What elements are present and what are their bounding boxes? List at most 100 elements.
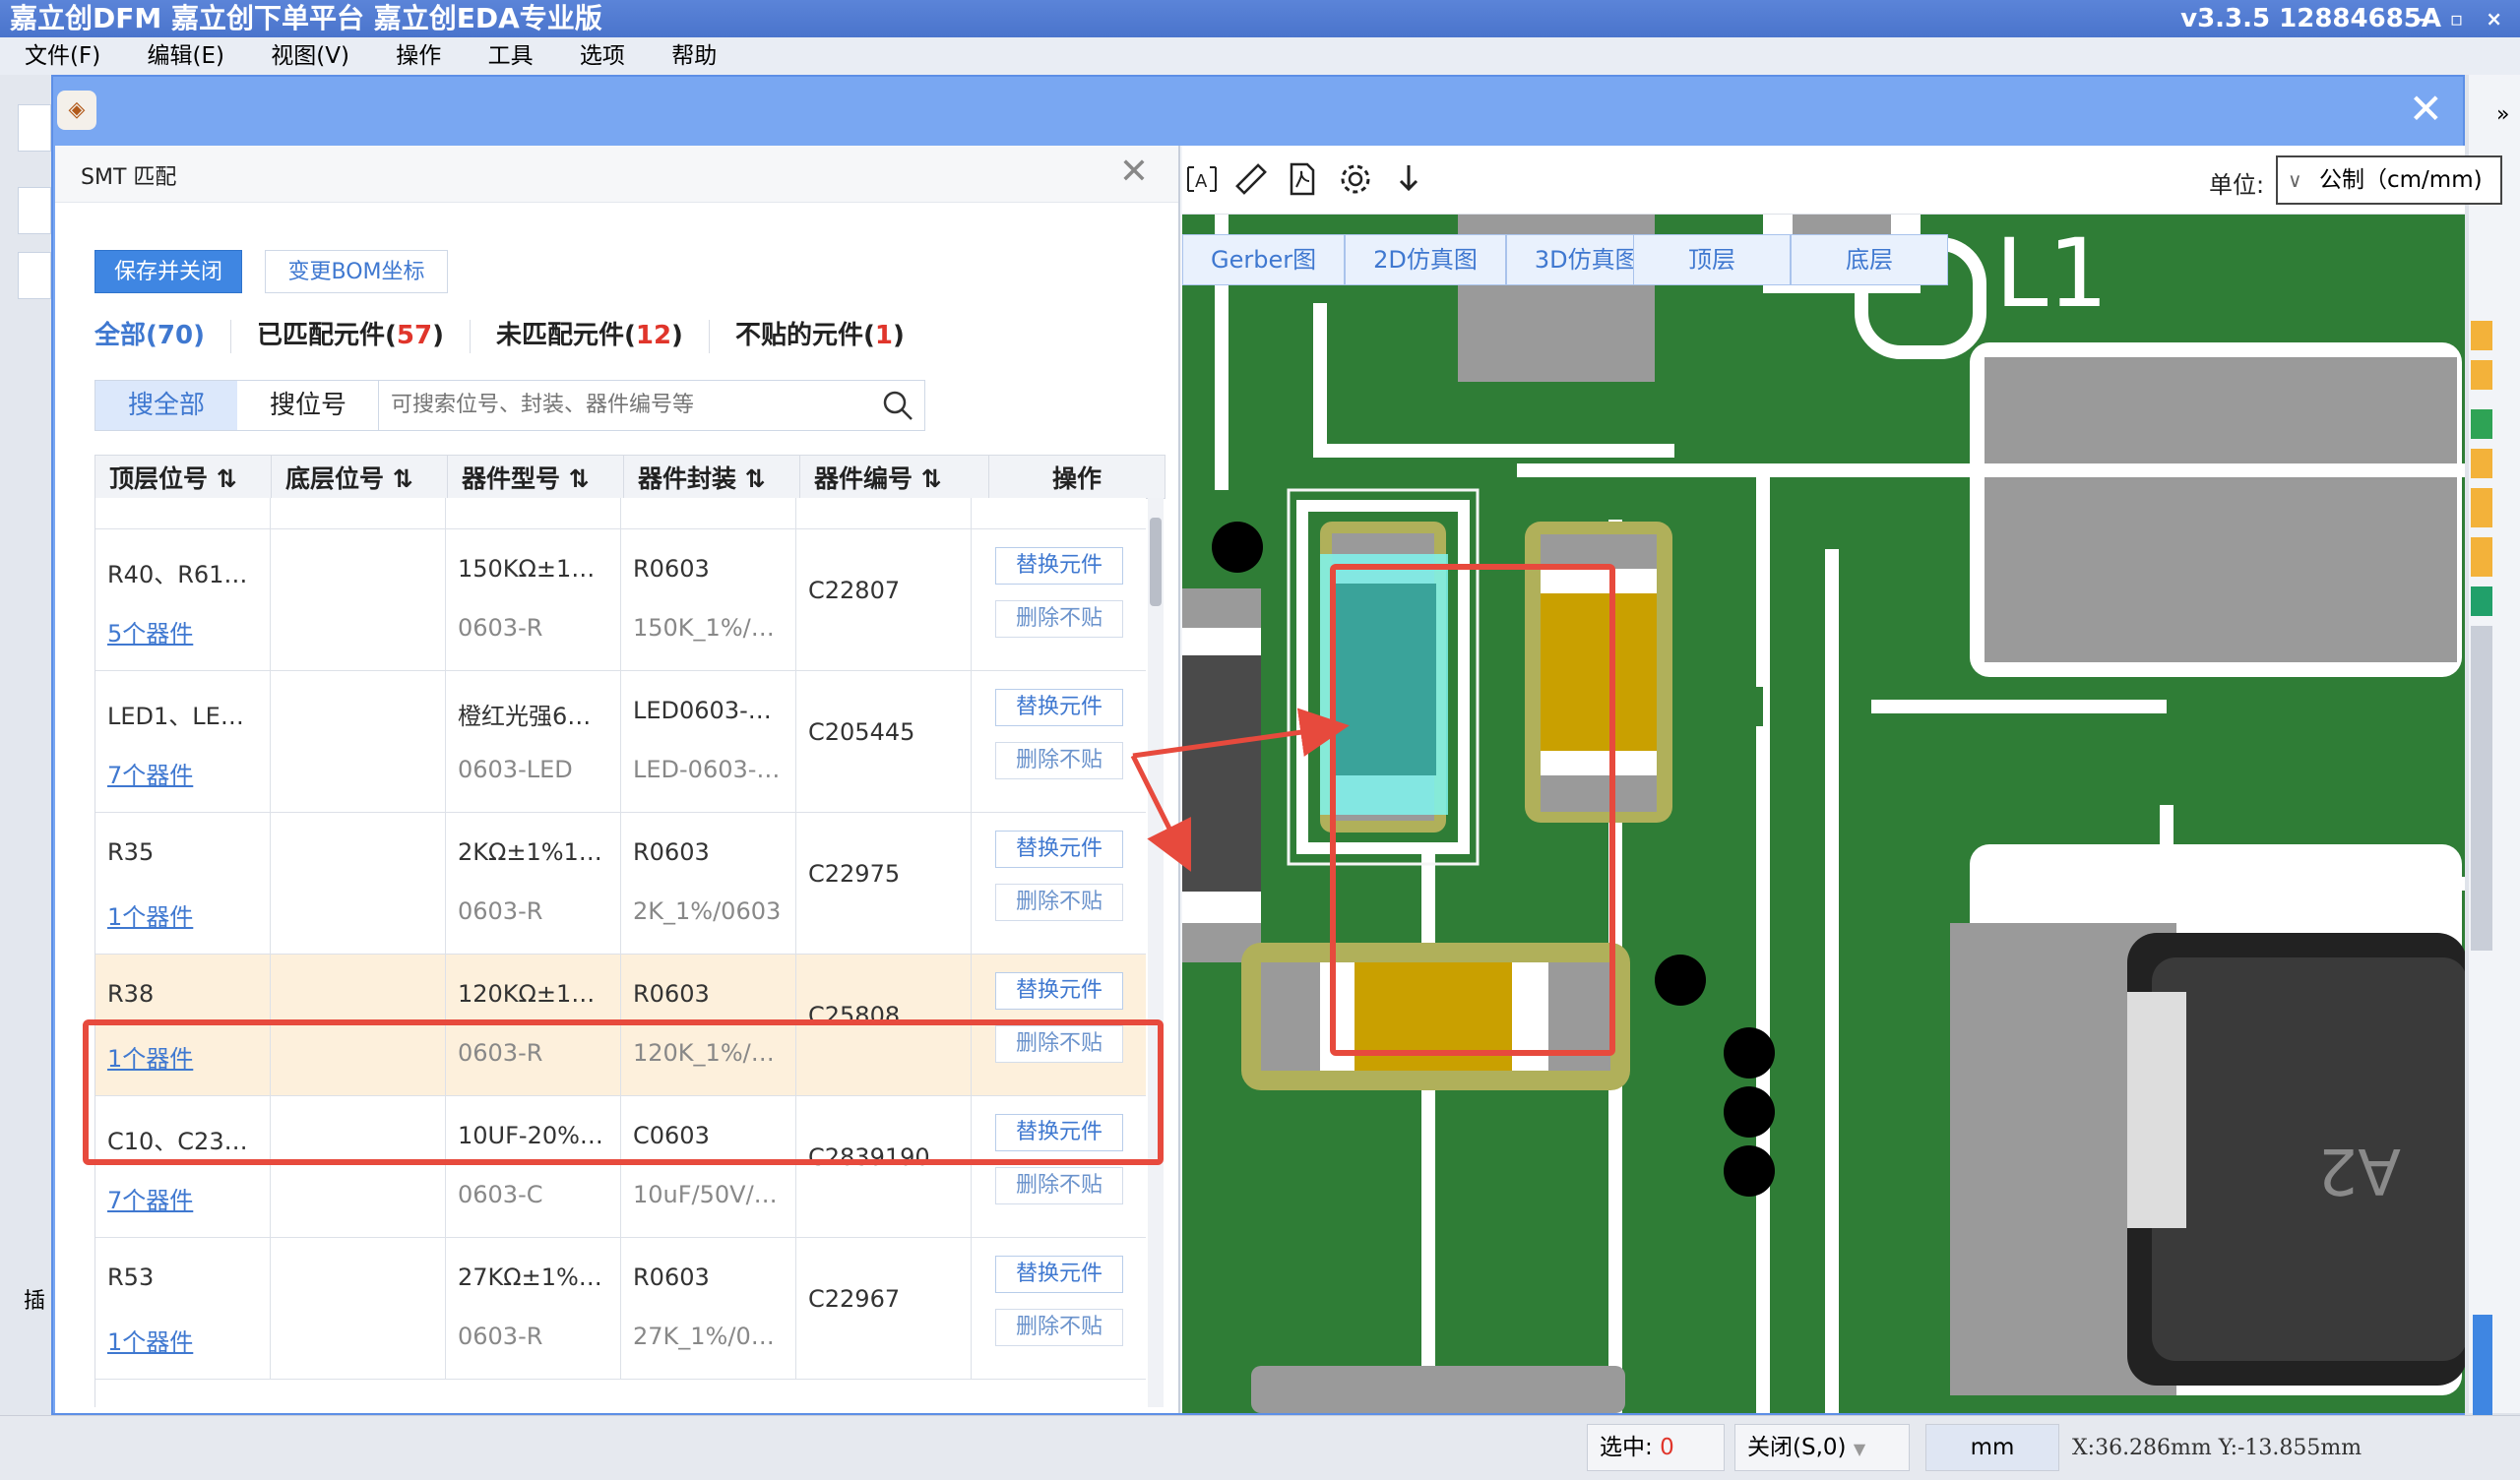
unit-indicator[interactable]: mm [1925, 1424, 2059, 1471]
filter-matched[interactable]: 已匹配元件(57) [257, 321, 444, 350]
remove-no-paste-button[interactable]: 删除不贴 [995, 1309, 1123, 1346]
col-package[interactable]: 器件封装 ⇅ [622, 455, 800, 499]
layer-color-swatch[interactable] [2471, 449, 2492, 478]
smt-header [55, 146, 1178, 203]
cursor-coordinates: X:36.286mm Y:-13.855mm [2072, 1436, 2362, 1460]
search-input[interactable] [379, 381, 851, 428]
tab-search-all[interactable]: 搜全部 [95, 381, 237, 430]
package-detail: LED-0603-… [633, 756, 781, 783]
snap-select[interactable]: 关闭(S,0) ▼ [1734, 1424, 1910, 1471]
app-title: 嘉立创DFM 嘉立创下单平台 嘉立创EDA专业版 [10, 2, 602, 34]
part-model: 2KΩ±1%1… [458, 838, 602, 866]
menu-view[interactable]: 视图(V) [271, 43, 349, 69]
device-count-link[interactable]: 7个器件 [107, 756, 193, 790]
col-part-code[interactable]: 器件编号 ⇅ [798, 455, 989, 499]
layer-color-swatch[interactable] [2471, 537, 2492, 577]
menu-file[interactable]: 文件(F) [25, 43, 100, 69]
settings-gear-icon[interactable] [1338, 161, 1373, 197]
unit-select[interactable]: ∨ 公制（cm/mm) [2276, 155, 2502, 205]
menu-operate[interactable]: 操作 [396, 43, 441, 69]
search-icon[interactable] [881, 389, 914, 422]
menu-tools[interactable]: 工具 [488, 43, 534, 69]
device-count-link[interactable]: 1个器件 [107, 1323, 193, 1357]
part-model: 120KΩ±1… [458, 980, 596, 1008]
part-package: R0603 [633, 980, 710, 1008]
dialog-close-icon[interactable]: ✕ [2409, 85, 2443, 133]
col-bottom-ref[interactable]: 底层位号 ⇅ [270, 455, 448, 499]
device-count-link[interactable]: 5个器件 [107, 614, 193, 648]
layer-color-swatch[interactable] [2471, 626, 2492, 951]
menu-options[interactable]: 选项 [580, 43, 625, 69]
top-ref: R40、R61… [107, 561, 248, 588]
tab-search-ref[interactable]: 搜位号 [237, 381, 379, 430]
package-detail: 150K_1%/… [633, 614, 775, 642]
app-title-bar: 嘉立创DFM 嘉立创下单平台 嘉立创EDA专业版 v3.3.5 12884685… [0, 0, 2520, 37]
table-row[interactable] [95, 498, 1146, 529]
col-top-ref[interactable]: 顶层位号 ⇅ [94, 455, 272, 499]
device-count-link[interactable]: 1个器件 [107, 897, 193, 932]
table-cell [271, 671, 446, 813]
menu-help[interactable]: 帮助 [671, 43, 717, 69]
tab-bottom-layer[interactable]: 底层 [1791, 234, 1948, 285]
remove-no-paste-button[interactable]: 删除不贴 [995, 884, 1123, 921]
layer-color-swatch[interactable] [2471, 586, 2492, 616]
download-icon[interactable] [1391, 161, 1426, 197]
layer-color-swatch[interactable] [2471, 321, 2492, 350]
filter-no-paste[interactable]: 不贴的元件(1) [735, 321, 905, 350]
table-row[interactable]: R53 1个器件 27KΩ±1%… 0603-R R0603 27K_1%/0… C2296… [95, 1238, 1146, 1380]
table-cell: R40、R61… 5个器件 [95, 529, 271, 671]
layer-color-swatch[interactable] [2471, 360, 2492, 390]
device-count-link[interactable]: 7个器件 [107, 1181, 193, 1215]
model-package: 0603-R [458, 897, 543, 925]
table-cell: LED1、LE… 7个器件 [95, 671, 271, 813]
menu-edit[interactable]: 编辑(E) [148, 43, 224, 69]
app-logo-icon: ◈ [57, 91, 96, 130]
filter-tabs: 全部(70) 已匹配元件(57) 未匹配元件(12) 不贴的元件(1) [94, 315, 930, 353]
part-package: R0603 [633, 838, 710, 866]
layer-color-swatch[interactable] [2471, 488, 2492, 527]
save-close-button[interactable]: 保存并关闭 [94, 250, 242, 293]
left-tool-button[interactable] [18, 187, 51, 234]
left-tool-button[interactable] [18, 104, 51, 152]
table-cell: R0603 27K_1%/0… [621, 1238, 796, 1380]
chevron-down-icon: ∨ [2288, 168, 2302, 192]
pdf-export-icon[interactable] [1285, 161, 1320, 197]
col-actions: 操作 [987, 455, 1166, 499]
layer-color-swatch[interactable] [2471, 409, 2492, 439]
tab-2d-sim[interactable]: 2D仿真图 [1345, 234, 1506, 285]
unit-label: 单位: [2209, 171, 2265, 199]
tab-gerber[interactable]: Gerber图 [1182, 234, 1346, 285]
smt-dialog: ◈ ✕ SMT 匹配 ✕ 保存并关闭 变更BOM坐标 全部(70) 已匹配元件(5… [51, 75, 2502, 1415]
table-cell: 150KΩ±1… 0603-R [446, 529, 621, 671]
search-scope-tabs: 搜全部 搜位号 [94, 380, 380, 431]
status-bar: 选中: 0 关闭(S,0) ▼ mm X:36.286mm Y:-13.855m… [0, 1415, 2520, 1480]
tab-top-layer[interactable]: 顶层 [1633, 234, 1791, 285]
text-tool-icon[interactable]: A [1184, 161, 1220, 197]
part-package: LED0603-… [633, 697, 772, 724]
filter-unmatched[interactable]: 未匹配元件(12) [496, 321, 683, 350]
expand-icon[interactable]: » [2496, 102, 2509, 127]
part-code: C22967 [808, 1285, 901, 1313]
menu-bar: 文件(F) 编辑(E) 视图(V) 操作 工具 选项 帮助 [0, 37, 2520, 75]
table-cell: R53 1个器件 [95, 1238, 271, 1380]
bom-table-header: 顶层位号 ⇅ 底层位号 ⇅ 器件型号 ⇅ 器件封装 ⇅ 器件编号 ⇅ 操作 [94, 455, 1166, 499]
replace-part-button[interactable]: 替换元件 [995, 972, 1123, 1010]
col-model[interactable]: 器件型号 ⇅ [446, 455, 624, 499]
filter-all[interactable]: 全部(70) [94, 321, 205, 350]
change-bom-button[interactable]: 变更BOM坐标 [265, 250, 448, 293]
replace-part-button[interactable]: 替换元件 [995, 1256, 1123, 1293]
silkscreen-label: L1 [1995, 218, 2109, 329]
top-ref: R38 [107, 980, 155, 1008]
model-package: 0603-R [458, 614, 543, 642]
ruler-icon[interactable] [1233, 161, 1269, 197]
table-cell: R35 1个器件 [95, 813, 271, 955]
part-model: 橙红光强6… [458, 703, 592, 730]
window-controls[interactable]: – ▫ × [2418, 0, 2510, 37]
remove-no-paste-button[interactable]: 删除不贴 [995, 1167, 1123, 1204]
left-gutter-label: 插 [24, 1289, 46, 1314]
smt-close-icon[interactable]: ✕ [1119, 152, 1149, 192]
table-cell: 橙红光强6… 0603-LED [446, 671, 621, 813]
top-ref: LED1、LE… [107, 703, 244, 730]
part-package: R0603 [633, 555, 710, 583]
left-tool-button[interactable] [18, 252, 51, 299]
